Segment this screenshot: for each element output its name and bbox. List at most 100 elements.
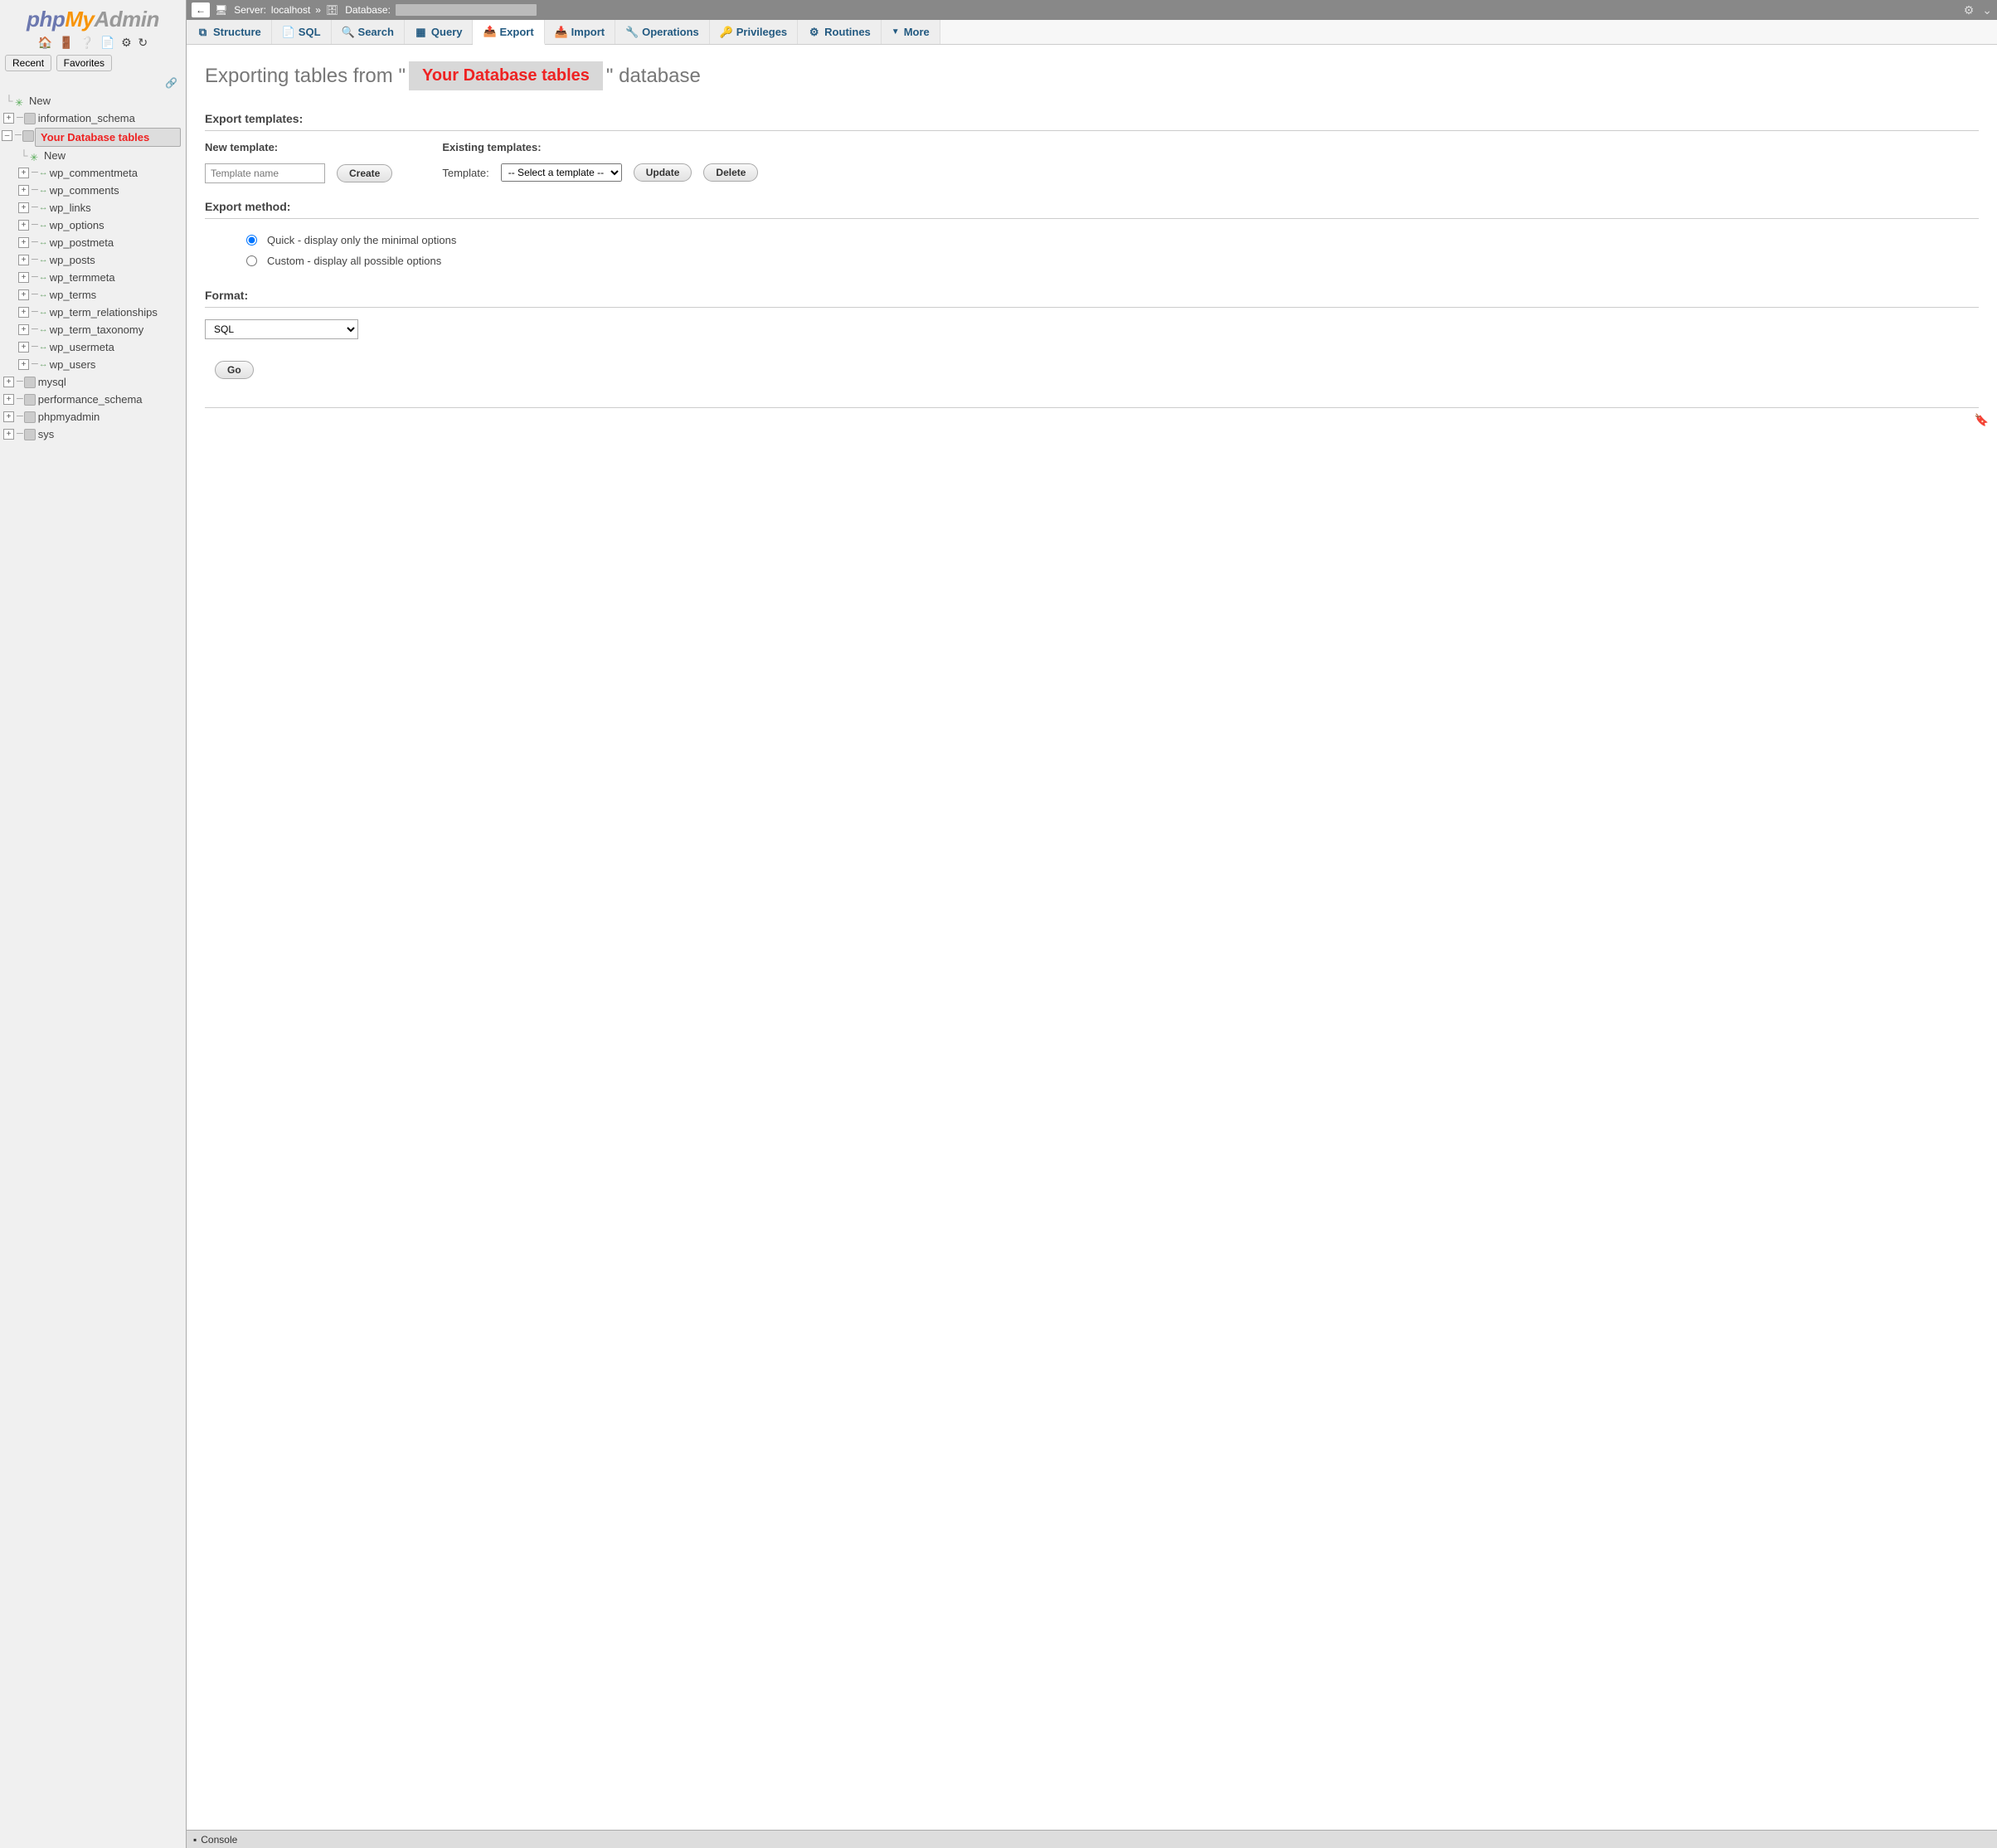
table-arrows-icon: ↔ <box>39 339 48 355</box>
new-db-icon: ✳ <box>15 95 27 107</box>
recent-button[interactable]: Recent <box>5 55 51 71</box>
tab-query[interactable]: ▦Query <box>405 20 474 44</box>
console-bar[interactable]: ▪ Console <box>187 1830 1997 1848</box>
query-icon: ▦ <box>415 26 427 39</box>
expand-icon[interactable]: + <box>3 113 14 124</box>
expand-icon[interactable]: + <box>18 324 29 335</box>
expand-icon[interactable]: + <box>18 185 29 196</box>
reload-icon[interactable]: ↻ <box>138 36 148 50</box>
tree-table-wp-postmeta[interactable]: +─↔wp_postmeta <box>17 234 184 251</box>
expand-icon[interactable]: + <box>18 220 29 231</box>
section-export-templates: Export templates: <box>205 112 1979 131</box>
expand-icon[interactable]: + <box>18 307 29 318</box>
tree-table-wp-usermeta[interactable]: +─↔wp_usermeta <box>17 338 184 356</box>
home-icon[interactable]: 🏠 <box>38 36 52 50</box>
expand-icon[interactable]: + <box>3 411 14 422</box>
expand-icon[interactable]: + <box>18 202 29 213</box>
tab-structure[interactable]: ⧉Structure <box>187 20 272 44</box>
tab-operations[interactable]: 🔧Operations <box>615 20 710 44</box>
database-icon <box>24 394 36 406</box>
help-icon[interactable]: ❔ <box>80 36 94 50</box>
exit-icon[interactable]: 🚪 <box>59 36 73 50</box>
gear-icon[interactable]: ⚙ <box>1964 3 1975 17</box>
link-chain-icon[interactable]: 🔗 <box>165 77 177 89</box>
tree-db-sys[interactable]: +─sys <box>2 426 184 443</box>
section-format: Format: <box>205 289 1979 308</box>
section-export-method: Export method: <box>205 200 1979 219</box>
tree-table-wp-posts[interactable]: +─↔wp_posts <box>17 251 184 269</box>
new-table-icon: ✳ <box>30 150 41 162</box>
tab-more[interactable]: ▼More <box>882 20 940 44</box>
docs-icon[interactable]: 📄 <box>100 36 114 50</box>
tree-table-wp-terms[interactable]: +─↔wp_terms <box>17 286 184 304</box>
create-button[interactable]: Create <box>337 164 392 182</box>
tree-table-wp-term-taxonomy[interactable]: +─↔wp_term_taxonomy <box>17 321 184 338</box>
tree-db-mysql[interactable]: +─mysql <box>2 373 184 391</box>
radio-custom[interactable] <box>246 255 257 266</box>
template-select[interactable]: -- Select a template -- <box>501 163 622 182</box>
breadcrumb-sep: » <box>315 4 321 16</box>
expand-icon[interactable]: + <box>18 342 29 353</box>
table-arrows-icon: ↔ <box>39 235 48 250</box>
tree-table-wp-commentmeta[interactable]: +─↔wp_commentmeta <box>17 164 184 182</box>
expand-icon[interactable]: + <box>18 237 29 248</box>
tree-table-wp-users[interactable]: +─↔wp_users <box>17 356 184 373</box>
tree-table-wp-links[interactable]: +─↔wp_links <box>17 199 184 216</box>
page-title-prefix: Exporting tables from " <box>205 65 406 88</box>
radio-custom-row[interactable]: Custom - display all possible options <box>246 255 1979 267</box>
tree-db-information-schema[interactable]: + ─ information_schema <box>2 109 184 127</box>
tree-new-table[interactable]: └ ✳ New <box>17 147 184 164</box>
tree-db-performance-schema[interactable]: +─performance_schema <box>2 391 184 408</box>
tab-export[interactable]: 📤Export <box>473 20 544 45</box>
expand-icon[interactable]: + <box>18 255 29 265</box>
tab-sql[interactable]: 📄SQL <box>272 20 332 44</box>
breadcrumb-db-value-redacted[interactable] <box>396 4 537 16</box>
search-icon: 🔍 <box>342 26 354 39</box>
expand-icon[interactable]: + <box>3 394 14 405</box>
tree-table-wp-term-relationships[interactable]: +─↔wp_term_relationships <box>17 304 184 321</box>
tab-privileges[interactable]: 🔑Privileges <box>710 20 798 44</box>
tree-db-phpmyadmin[interactable]: +─phpmyadmin <box>2 408 184 426</box>
tree-table-wp-options[interactable]: +─↔wp_options <box>17 216 184 234</box>
format-select[interactable]: SQL <box>205 319 358 339</box>
radio-quick-row[interactable]: Quick - display only the minimal options <box>246 234 1979 246</box>
bottom-divider <box>205 407 1979 408</box>
expand-icon[interactable]: + <box>18 359 29 370</box>
favorites-button[interactable]: Favorites <box>56 55 112 71</box>
tree-table-wp-termmeta[interactable]: +─↔wp_termmeta <box>17 269 184 286</box>
go-button[interactable]: Go <box>215 361 254 379</box>
settings-gear-icon[interactable]: ⚙ <box>121 36 132 50</box>
expand-icon[interactable]: + <box>3 429 14 440</box>
radio-quick[interactable] <box>246 235 257 246</box>
tab-routines[interactable]: ⚙Routines <box>798 20 882 44</box>
collapse-top-icon[interactable]: ⌄ <box>1982 3 1992 17</box>
update-button[interactable]: Update <box>634 163 692 182</box>
back-button[interactable]: ← <box>192 2 210 17</box>
export-icon: 📤 <box>483 25 495 38</box>
label-new-template: New template: <box>205 141 392 153</box>
breadcrumb-server-label: Server: <box>234 4 266 16</box>
tree-table-wp-comments[interactable]: +─↔wp_comments <box>17 182 184 199</box>
table-arrows-icon: ↔ <box>39 217 48 233</box>
radio-quick-label: Quick - display only the minimal options <box>267 234 456 246</box>
table-arrows-icon: ↔ <box>39 200 48 216</box>
tab-search[interactable]: 🔍Search <box>332 20 405 44</box>
collapse-icon[interactable]: – <box>2 130 12 141</box>
bookmark-icon[interactable]: 🔖 <box>1975 413 1989 427</box>
delete-button[interactable]: Delete <box>703 163 758 182</box>
logo[interactable]: phpMyAdmin <box>0 0 186 34</box>
expand-icon[interactable]: + <box>3 377 14 387</box>
expand-icon[interactable]: + <box>18 272 29 283</box>
template-name-input[interactable] <box>205 163 325 183</box>
tab-import[interactable]: 📥Import <box>545 20 615 44</box>
expand-icon[interactable]: + <box>18 289 29 300</box>
tab-row: ⧉Structure 📄SQL 🔍Search ▦Query 📤Export 📥… <box>187 20 1997 45</box>
database-icon <box>24 377 36 388</box>
expand-icon[interactable]: + <box>18 168 29 178</box>
page-title-highlight: Your Database tables <box>409 61 603 90</box>
label-existing-templates: Existing templates: <box>442 141 758 153</box>
breadcrumb-server-value[interactable]: localhost <box>271 4 310 16</box>
structure-icon: ⧉ <box>197 26 209 39</box>
tree-new-db[interactable]: └ ✳ New <box>2 92 184 109</box>
tree-db-your-database-label[interactable]: Your Database tables <box>35 128 181 147</box>
